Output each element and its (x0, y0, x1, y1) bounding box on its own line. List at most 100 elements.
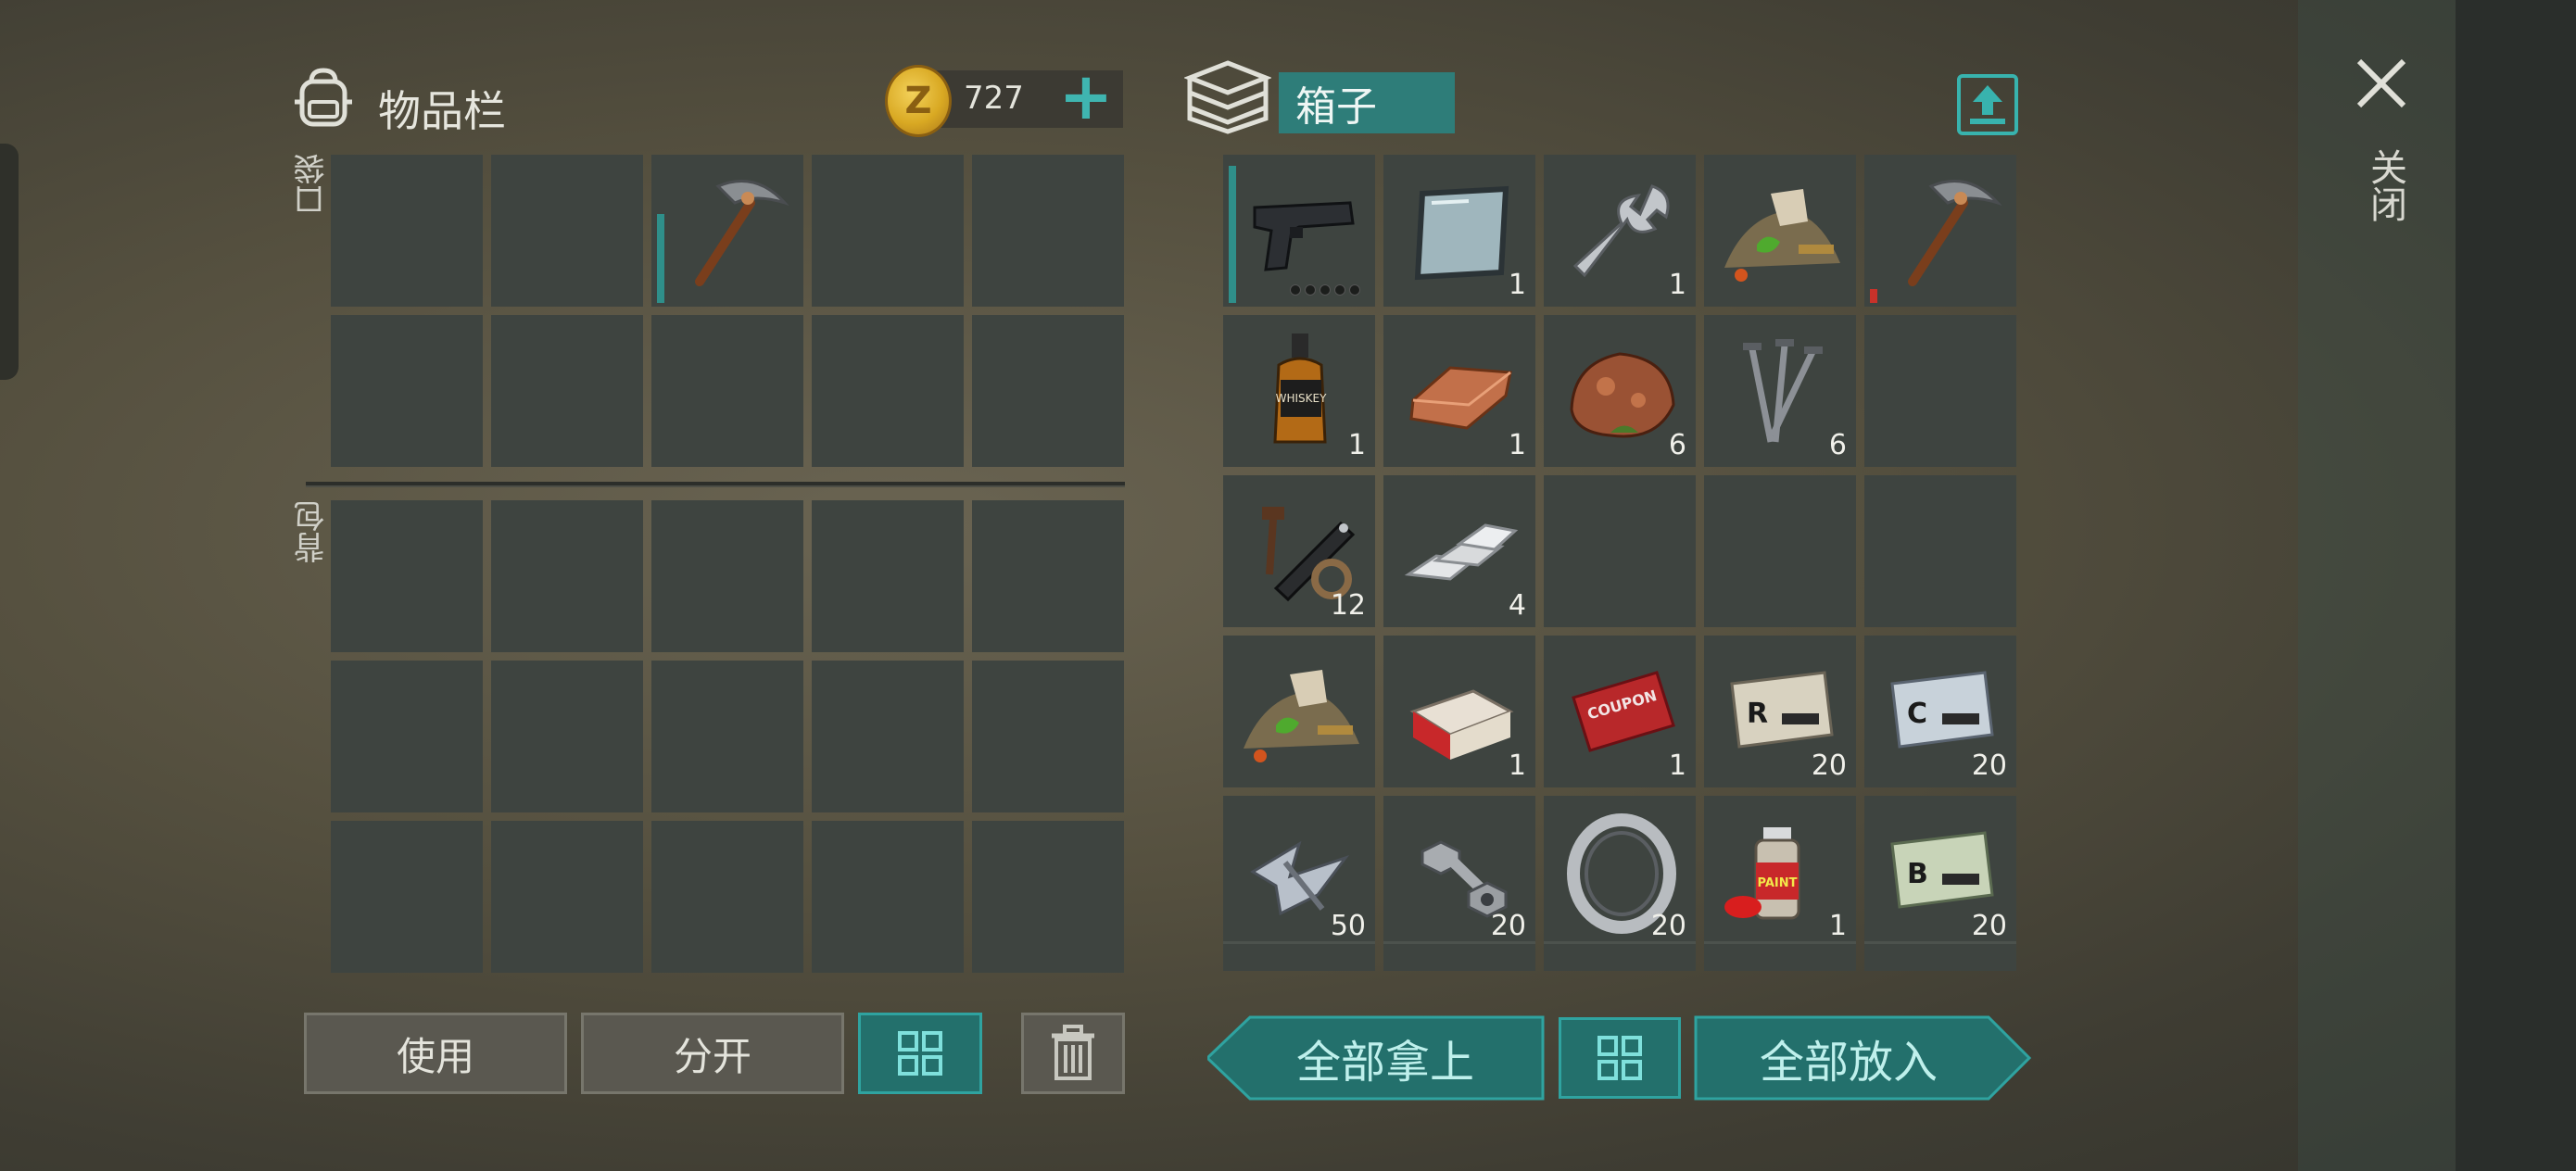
container-icon (1184, 60, 1271, 134)
item-slot[interactable] (651, 155, 803, 307)
empty-slot[interactable] (812, 155, 964, 307)
empty-slot[interactable] (812, 500, 964, 652)
empty-slot[interactable] (1544, 475, 1696, 627)
item-slot[interactable]: 1 (1544, 155, 1696, 307)
cigarette-pack-icon (1409, 689, 1514, 760)
right-edge-panel (2456, 0, 2576, 1171)
sort-container-button[interactable] (1559, 1017, 1681, 1099)
backpack-icon (295, 68, 352, 127)
item-quantity: 20 (1971, 749, 2007, 782)
item-slot[interactable] (1864, 155, 2016, 307)
empty-slot[interactable] (972, 821, 1124, 973)
item-slot[interactable]: 4 (1383, 475, 1535, 627)
pocket-grid (331, 155, 1124, 467)
item-slot[interactable]: R 20 (1704, 636, 1856, 787)
empty-slot[interactable] (331, 315, 483, 467)
item-slot[interactable]: 6 (1704, 315, 1856, 467)
pickaxe-icon (695, 179, 789, 286)
empty-slot[interactable] (491, 315, 643, 467)
empty-slot[interactable] (331, 155, 483, 307)
container-title: 箱子 (1279, 72, 1455, 133)
empty-slot[interactable] (651, 821, 803, 973)
empty-slot[interactable] (651, 661, 803, 812)
empty-slot[interactable] (491, 821, 643, 973)
empty-slot[interactable] (331, 661, 483, 812)
empty-slot[interactable] (491, 500, 643, 652)
item-quantity: 20 (1650, 910, 1686, 942)
empty-slot[interactable] (812, 821, 964, 973)
item-slot[interactable]: 50 (1223, 796, 1375, 948)
svg-text:B: B (1907, 858, 1928, 890)
svg-text:C: C (1907, 698, 1927, 730)
item-slot[interactable]: 6 (1544, 315, 1696, 467)
empty-slot[interactable] (331, 500, 483, 652)
item-slot[interactable]: 20 (1383, 796, 1535, 948)
backpack-label: 背包 (294, 500, 331, 563)
coin-icon: Z (885, 65, 952, 137)
item-slot[interactable]: 1 (1383, 315, 1535, 467)
coupon-icon: COUPON (1572, 671, 1675, 752)
svg-text:R: R (1747, 698, 1768, 730)
item-slot[interactable]: C 20 (1864, 636, 2016, 787)
item-slot[interactable]: 20 (1544, 796, 1696, 948)
split-button[interactable]: 分开 (581, 1013, 844, 1094)
empty-slot[interactable] (812, 661, 964, 812)
pistol-icon (1253, 201, 1355, 271)
empty-slot[interactable] (331, 821, 483, 973)
empty-slot[interactable] (972, 315, 1124, 467)
empty-slot[interactable] (491, 155, 643, 307)
close-label[interactable]: 关闭 (2358, 148, 2412, 222)
ore-pile-icon (1244, 670, 1359, 762)
item-slot[interactable] (1223, 155, 1375, 307)
ammo-dot (1290, 284, 1301, 296)
empty-slot[interactable] (972, 155, 1124, 307)
nails-icon (1743, 339, 1823, 443)
durability-bar (1229, 166, 1236, 303)
item-slot[interactable]: B 20 (1864, 796, 2016, 948)
item-slot[interactable]: WHISKEY 1 (1223, 315, 1375, 467)
add-coins-button[interactable]: + (1058, 64, 1114, 129)
svg-text:WHISKEY: WHISKEY (1276, 392, 1327, 405)
item-slot[interactable]: 12 (1223, 475, 1375, 627)
empty-slot[interactable] (651, 500, 803, 652)
empty-slot[interactable] (651, 315, 803, 467)
use-button[interactable]: 使用 (304, 1013, 567, 1094)
empty-slot[interactable] (491, 661, 643, 812)
empty-slot[interactable] (972, 661, 1124, 812)
spray-paint-icon: PAINT (1724, 827, 1800, 920)
silver-ingots-icon (1404, 523, 1519, 581)
upload-button[interactable] (1957, 74, 2018, 135)
left-edge-tab[interactable] (0, 144, 19, 380)
item-slot[interactable]: COUPON 1 (1544, 636, 1696, 787)
empty-slot[interactable] (1704, 475, 1856, 627)
ammo-dot (1334, 284, 1345, 296)
take-all-button[interactable]: 全部拿上 (1207, 1015, 1545, 1101)
upload-icon (1970, 85, 2005, 124)
item-slot[interactable]: PAINT 1 (1704, 796, 1856, 948)
item-slot[interactable]: 1 (1383, 155, 1535, 307)
copper-ingot-icon (1409, 366, 1512, 430)
empty-slot[interactable] (812, 315, 964, 467)
sort-inventory-button[interactable] (858, 1013, 982, 1094)
empty-slot[interactable] (1864, 475, 2016, 627)
item-slot[interactable]: 1 (1383, 636, 1535, 787)
empty-slot[interactable] (1864, 315, 2016, 467)
put-all-button[interactable]: 全部放入 (1694, 1015, 2031, 1101)
put-all-label: 全部放入 (1759, 1037, 1938, 1089)
section-divider (306, 482, 1125, 487)
trash-button[interactable] (1021, 1013, 1125, 1094)
coin-count: 727 (964, 80, 1024, 117)
item-slot[interactable] (1223, 636, 1375, 787)
glass-pane-icon (1414, 185, 1509, 281)
close-icon[interactable] (2354, 56, 2409, 111)
item-slot[interactable] (1704, 155, 1856, 307)
item-quantity: 1 (1347, 429, 1366, 461)
copper-ore-icon (1570, 352, 1675, 438)
ore-pile-icon (1724, 189, 1840, 282)
sort-grid-icon (898, 1031, 942, 1076)
durability-bar (1870, 289, 1877, 303)
item-quantity: 1 (1828, 910, 1847, 942)
empty-slot[interactable] (972, 500, 1124, 652)
item-quantity: 6 (1668, 429, 1686, 461)
wrench-icon (1572, 184, 1670, 278)
